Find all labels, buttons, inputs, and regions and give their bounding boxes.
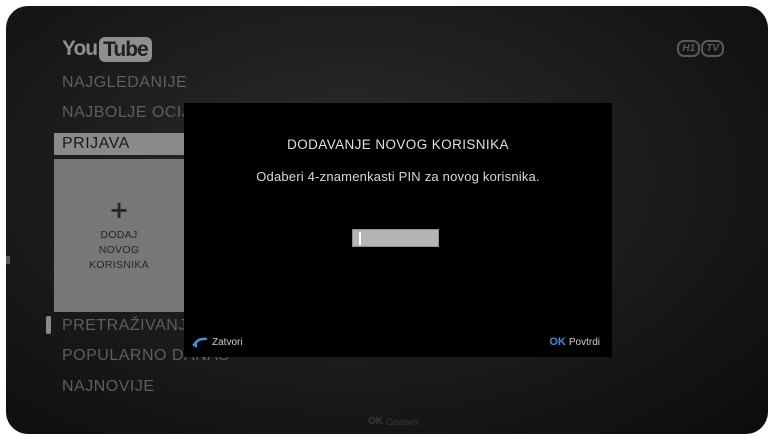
close-label: Zatvori [212,336,243,348]
youtube-logo: You Tube [62,36,152,62]
text-caret [359,232,361,245]
menu-item-pretrazivanje[interactable]: PRETRAŽIVANJE [62,316,198,336]
htv-logo: H1 TV [677,40,724,57]
add-user-dialog: DODAVANJE NOVOG KORISNIKA Odaberi 4-znam… [184,103,612,357]
add-user-tile[interactable]: + DODAJ NOVOG KORISNIKA [54,159,184,312]
youtube-logo-you: You [62,37,98,60]
footer-label: Odaberi [386,416,419,427]
menu-item-najnovije[interactable]: NAJNOVIJE [62,377,155,397]
htv-logo-left: H1 [677,40,701,57]
add-user-label-line3: KORISNIKA [89,259,149,271]
close-button[interactable]: Zatvori [192,336,243,348]
htv-logo-right: TV [701,40,724,57]
tv-screen: You Tube H1 TV NAJGLEDANIJE NAJBOLJE OCI… [6,6,768,434]
confirm-button[interactable]: OK Povtrdi [549,336,600,348]
pin-input[interactable] [352,229,439,247]
dialog-title: DODAVANJE NOVOG KORISNIKA [287,137,509,152]
footer-ok-key-icon: OK [368,416,383,427]
left-edge-indicator [6,256,10,264]
menu-item-prijava[interactable]: PRIJAVA [54,133,184,155]
footer-select-hint: OK Odaberi [368,416,418,427]
dialog-message: Odaberi 4-znamenkasti PIN za novog koris… [256,169,540,184]
add-user-label-line2: NOVOG [98,244,140,256]
youtube-logo-tube: Tube [99,36,152,62]
ok-key-icon: OK [549,336,566,348]
add-user-label-line1: DODAJ [100,229,138,241]
plus-icon: + [108,196,130,224]
menu-scroll-marker [46,316,51,334]
back-arrow-icon [192,337,208,348]
menu-item-najgledanije[interactable]: NAJGLEDANIJE [62,73,187,93]
confirm-label: Povtrdi [568,336,600,348]
